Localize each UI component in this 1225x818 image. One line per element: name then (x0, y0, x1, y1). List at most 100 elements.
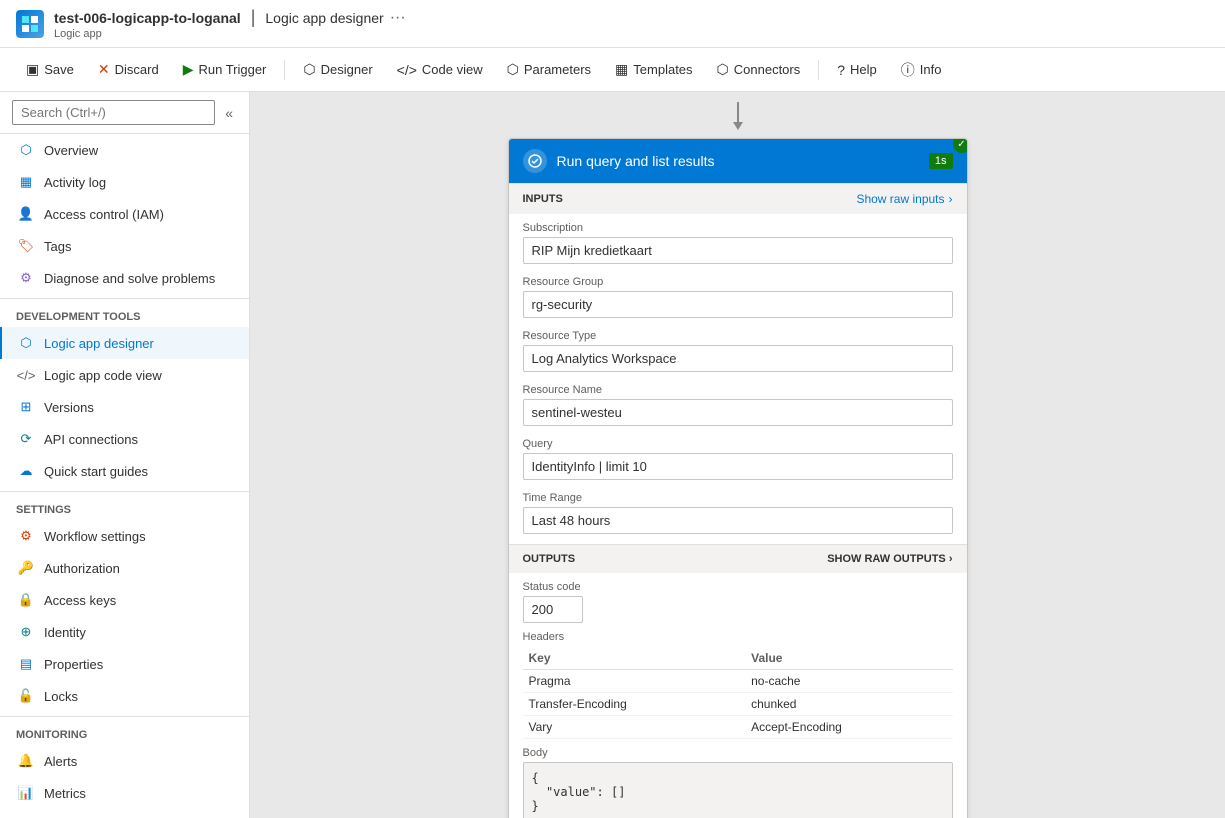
sidebar-item-access-keys[interactable]: 🔒 Access keys (0, 584, 249, 616)
code-view-button[interactable]: </> Code view (387, 57, 493, 83)
save-icon: ▣ (26, 61, 39, 78)
subscription-field: Subscription RIP Mijn kredietkaart (509, 214, 967, 268)
sidebar-item-overview[interactable]: ⬡ Overview (0, 134, 249, 166)
table-row: VaryAccept-Encoding (523, 716, 953, 739)
api-connections-icon: ⟳ (18, 431, 34, 447)
outputs-section: OUTPUTS Show raw outputs › Status code 2… (509, 544, 967, 818)
tags-icon: 🏷 (18, 238, 34, 254)
code-icon: </> (397, 62, 417, 78)
logic-app-designer-icon: ⬡ (18, 335, 34, 351)
sidebar-item-properties[interactable]: ▤ Properties (0, 648, 249, 680)
sidebar-item-authorization[interactable]: 🔑 Authorization (0, 552, 249, 584)
arrow-connector (508, 102, 968, 130)
templates-icon: ▦ (615, 61, 628, 78)
time-range-field: Time Range Last 48 hours (509, 484, 967, 544)
templates-button[interactable]: ▦ Templates (605, 56, 702, 83)
quick-start-icon: ☁ (18, 463, 34, 479)
sidebar-item-api-connections[interactable]: ⟳ API connections (0, 423, 249, 455)
time-range-value: Last 48 hours (523, 507, 953, 534)
table-row: Transfer-Encodingchunked (523, 693, 953, 716)
app-name: test-006-logicapp-to-loganal (54, 10, 241, 26)
access-control-icon: 👤 (18, 206, 34, 222)
body-content: { "value": [] } (523, 762, 953, 818)
alerts-icon: 🔔 (18, 753, 34, 769)
separator: | (251, 7, 256, 28)
arrow-head (733, 122, 743, 130)
sidebar-item-activity-log[interactable]: ▦ Activity log (0, 166, 249, 198)
action-card[interactable]: Run query and list results 1s ✓ INPUTS S… (508, 138, 968, 818)
authorization-icon: 🔑 (18, 560, 34, 576)
dev-tools-section-header: Development Tools (0, 298, 249, 327)
collapse-sidebar-button[interactable]: « (221, 101, 237, 125)
title-bar-text: test-006-logicapp-to-loganal | Logic app… (54, 7, 406, 40)
help-icon: ? (837, 62, 845, 78)
resource-type-field: Resource Type Log Analytics Workspace (509, 322, 967, 376)
versions-icon: ⊞ (18, 399, 34, 415)
app-type: Logic app designer (265, 10, 383, 26)
subscription-value: RIP Mijn kredietkaart (523, 237, 953, 264)
sidebar-item-identity[interactable]: ⊕ Identity (0, 616, 249, 648)
designer-button[interactable]: ⬡ Designer (293, 56, 382, 83)
card-duration-badge: 1s (929, 153, 953, 169)
sidebar-item-diagnose[interactable]: ⚙ Diagnose and solve problems (0, 262, 249, 294)
more-options-ellipsis[interactable]: ··· (390, 9, 406, 27)
status-code-value: 200 (523, 596, 583, 623)
sidebar-item-quick-start[interactable]: ☁ Quick start guides (0, 455, 249, 487)
toolbar-divider-2 (818, 60, 819, 80)
card-success-check: ✓ (953, 138, 968, 153)
connectors-icon: ⬡ (717, 61, 729, 78)
locks-icon: 🔓 (18, 688, 34, 704)
sidebar-item-metrics[interactable]: 📊 Metrics (0, 777, 249, 809)
sidebar-item-locks[interactable]: 🔓 Locks (0, 680, 249, 712)
outputs-header: OUTPUTS Show raw outputs › (509, 545, 967, 573)
headers-table: Key Value Pragmano-cacheTransfer-Encodin… (523, 647, 953, 739)
info-button[interactable]: ⓘ Info (891, 55, 952, 85)
app-subtitle: Logic app (54, 28, 406, 40)
app-logo (16, 10, 44, 38)
resource-name-value: sentinel-westeu (523, 399, 953, 426)
card-header-icon (523, 149, 547, 173)
overview-icon: ⬡ (18, 142, 34, 158)
sidebar-item-logic-app-designer[interactable]: ⬡ Logic app designer (0, 327, 249, 359)
toolbar-divider (284, 60, 285, 80)
info-icon: ⓘ (901, 60, 915, 80)
parameters-button[interactable]: ⬡ Parameters (497, 56, 601, 83)
show-raw-inputs-button[interactable]: Show raw inputs › (856, 192, 952, 206)
save-button[interactable]: ▣ Save (16, 56, 84, 83)
sidebar-item-logic-app-code-view[interactable]: </> Logic app code view (0, 359, 249, 391)
designer-icon: ⬡ (303, 61, 315, 78)
sidebar-item-workflow-settings[interactable]: ⚙ Workflow settings (0, 520, 249, 552)
resource-group-field: Resource Group rg-security (509, 268, 967, 322)
search-input[interactable] (12, 100, 215, 125)
resource-group-value: rg-security (523, 291, 953, 318)
show-raw-outputs-button[interactable]: Show raw outputs › (827, 553, 952, 565)
main-layout: « ⬡ Overview ▦ Activity log 👤 Access con… (0, 92, 1225, 818)
connectors-button[interactable]: ⬡ Connectors (707, 56, 811, 83)
identity-icon: ⊕ (18, 624, 34, 640)
sidebar-item-access-control[interactable]: 👤 Access control (IAM) (0, 198, 249, 230)
inputs-section: INPUTS Show raw inputs › Subscription RI… (509, 183, 967, 544)
headers-key-column: Key (523, 647, 746, 670)
run-trigger-button[interactable]: ▶ Run Trigger (173, 56, 277, 83)
headers-value-column: Value (745, 647, 952, 670)
discard-button[interactable]: ✕ Discard (88, 56, 169, 83)
workflow-settings-icon: ⚙ (18, 528, 34, 544)
card-container: Run query and list results 1s ✓ INPUTS S… (508, 112, 968, 818)
title-bar: test-006-logicapp-to-loganal | Logic app… (0, 0, 1225, 48)
sidebar-item-alerts[interactable]: 🔔 Alerts (0, 745, 249, 777)
run-icon: ▶ (183, 61, 194, 78)
sidebar-item-versions[interactable]: ⊞ Versions (0, 391, 249, 423)
query-value: IdentityInfo | limit 10 (523, 453, 953, 480)
inputs-header: INPUTS Show raw inputs › (509, 184, 967, 214)
monitoring-section-header: Monitoring (0, 716, 249, 745)
table-row: Pragmano-cache (523, 670, 953, 693)
sidebar-item-tags[interactable]: 🏷 Tags (0, 230, 249, 262)
resource-type-value: Log Analytics Workspace (523, 345, 953, 372)
sidebar: « ⬡ Overview ▦ Activity log 👤 Access con… (0, 92, 250, 818)
chevron-right-icon: › (949, 192, 953, 206)
help-button[interactable]: ? Help (827, 57, 887, 83)
outputs-content: Status code 200 Headers Key Value (509, 573, 967, 818)
code-view-icon: </> (18, 367, 34, 383)
arrow-line (737, 102, 739, 122)
properties-icon: ▤ (18, 656, 34, 672)
